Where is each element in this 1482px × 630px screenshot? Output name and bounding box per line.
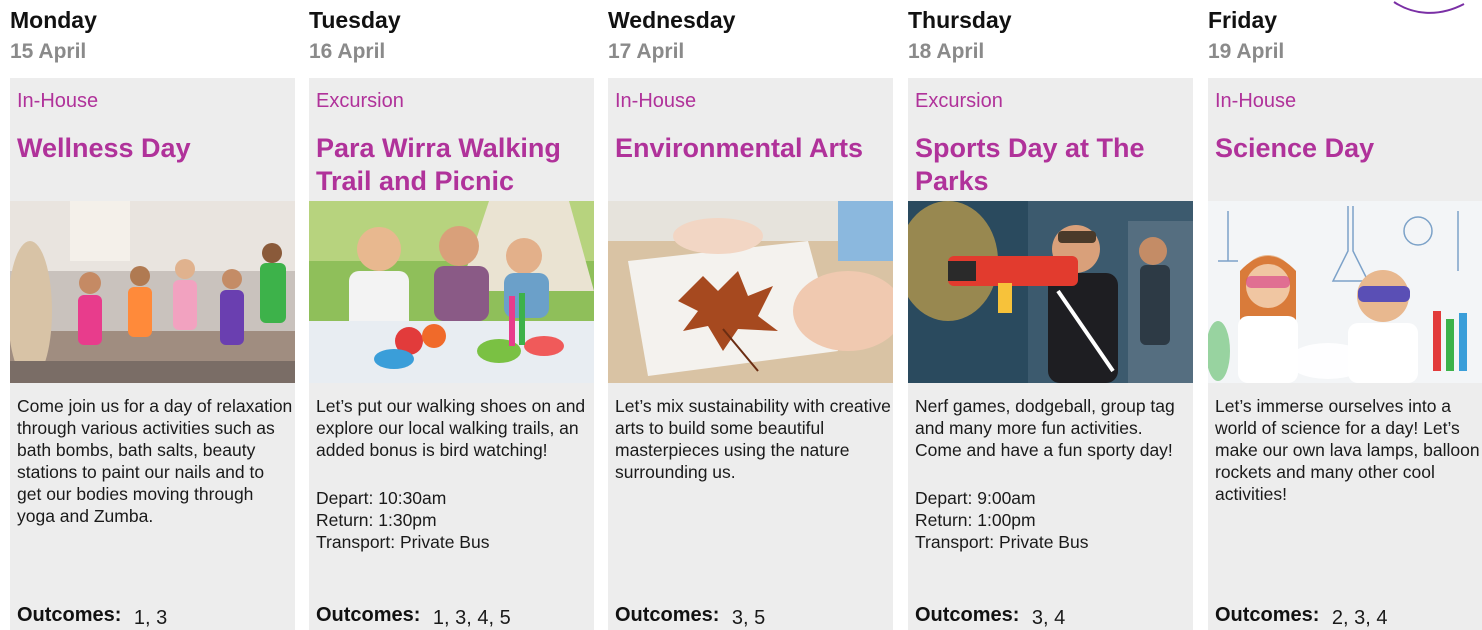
picnic-photo — [309, 201, 594, 383]
day-name: Thursday — [908, 7, 1012, 33]
activity-title: Sports Day at The Parks — [915, 133, 1145, 196]
outcomes-label: Outcomes: — [615, 604, 720, 626]
transport: Transport: Private Bus — [915, 532, 1089, 552]
trip-logistics: Depart: 9:00am Return: 1:00pm Transport:… — [915, 487, 1191, 553]
day-column-monday: Monday 15 April In-House Wellness Day Co… — [10, 0, 300, 630]
outcomes-values: 2, 3, 4 — [1331, 607, 1388, 629]
trip-logistics: Depart: 10:30am Return: 1:30pm Transport… — [316, 487, 592, 553]
day-column-thursday: Thursday 18 April Excursion Sports Day a… — [908, 0, 1198, 630]
outcomes-label: Outcomes: — [316, 604, 421, 626]
outcomes: Outcomes: 1, 3 — [17, 604, 168, 629]
science-lab-photo — [1208, 201, 1482, 383]
transport: Transport: Private Bus — [316, 532, 490, 552]
outcomes-label: Outcomes: — [17, 604, 122, 626]
activity-title: Wellness Day — [17, 133, 191, 163]
day-name: Friday — [1208, 7, 1278, 33]
activity-title: Science Day — [1215, 133, 1375, 163]
activity-type: Excursion — [915, 90, 1003, 112]
wellness-dance-photo — [10, 201, 295, 383]
outcomes-label: Outcomes: — [1215, 604, 1320, 626]
activity-type: In-House — [615, 90, 697, 112]
day-name: Tuesday — [309, 7, 401, 33]
day-date: 17 April — [608, 40, 685, 63]
activity-description: Nerf games, dodgeball, group tag and man… — [915, 396, 1175, 460]
outcomes-label: Outcomes: — [915, 604, 1020, 626]
activity-title: Environmental Arts — [615, 133, 864, 163]
activity-type: In-House — [17, 90, 99, 112]
nerf-game-photo — [908, 201, 1193, 383]
program-schedule: Monday 15 April In-House Wellness Day Co… — [0, 0, 1482, 630]
activity-description: Let’s put our walking shoes on and explo… — [316, 396, 586, 460]
leaf-art-photo — [608, 201, 893, 383]
outcomes: Outcomes: 3, 4 — [915, 604, 1066, 629]
day-date: 16 April — [309, 40, 386, 63]
day-date: 19 April — [1208, 40, 1285, 63]
activity-card[interactable]: In-House Science Day Let’s immerse ourse… — [1208, 78, 1482, 630]
day-column-tuesday: Tuesday 16 April Excursion Para Wirra Wa… — [309, 0, 599, 630]
activity-type: Excursion — [316, 90, 404, 112]
day-column-friday: Friday 19 April In-House Science Day Let… — [1208, 0, 1482, 630]
day-date: 15 April — [10, 40, 87, 63]
activity-card[interactable]: Excursion Para Wirra Walking Trail and P… — [309, 78, 594, 630]
depart-time: Depart: 10:30am — [316, 488, 447, 508]
outcomes-values: 3, 4 — [1031, 607, 1066, 629]
outcomes: Outcomes: 1, 3, 4, 5 — [316, 604, 511, 629]
day-date: 18 April — [908, 40, 985, 63]
day-name: Monday — [10, 7, 97, 33]
activity-card[interactable]: In-House Environmental Arts Let’s mix su… — [608, 78, 893, 630]
outcomes-values: 3, 5 — [731, 607, 766, 629]
day-column-wednesday: Wednesday 17 April In-House Environmenta… — [608, 0, 898, 630]
day-name: Wednesday — [608, 7, 736, 33]
outcomes-values: 1, 3 — [133, 607, 168, 629]
activity-title: Para Wirra Walking Trail and Picnic — [316, 133, 561, 196]
return-time: Return: 1:00pm — [915, 510, 1036, 530]
activity-description: Come join us for a day of relaxation thr… — [17, 396, 293, 526]
outcomes-values: 1, 3, 4, 5 — [432, 607, 511, 629]
outcomes: Outcomes: 2, 3, 4 — [1215, 604, 1388, 629]
activity-type: In-House — [1215, 90, 1297, 112]
activity-description: Let’s immerse ourselves into a world of … — [1215, 396, 1480, 504]
depart-time: Depart: 9:00am — [915, 488, 1036, 508]
activity-card[interactable]: In-House Wellness Day Come join us for a… — [10, 78, 295, 630]
activity-card[interactable]: Excursion Sports Day at The Parks Nerf g… — [908, 78, 1193, 630]
activity-description: Let’s mix sustainability with creative a… — [615, 396, 891, 482]
return-time: Return: 1:30pm — [316, 510, 437, 530]
outcomes: Outcomes: 3, 5 — [615, 604, 766, 629]
